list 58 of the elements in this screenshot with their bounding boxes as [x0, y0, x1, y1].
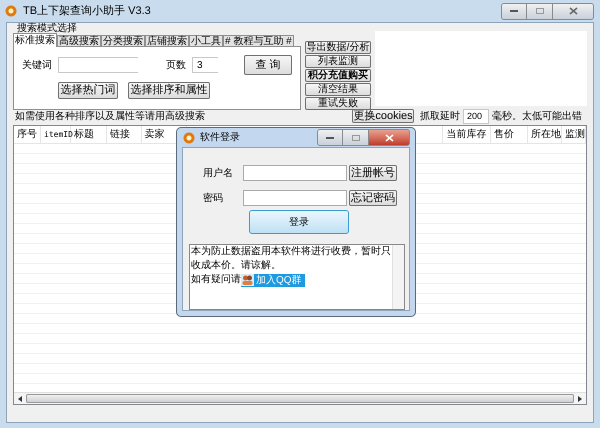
minimize-button[interactable] [317, 129, 343, 146]
delay-field[interactable]: 200 [463, 108, 489, 124]
tab[interactable]: 小工具 [189, 35, 223, 47]
forgot-password-button[interactable]: 忘记密码 [349, 190, 397, 206]
column-header[interactable]: itemID [44, 128, 73, 140]
keyword-label: 关键词 [22, 58, 53, 72]
maximize-button[interactable] [527, 2, 552, 20]
cookies-button[interactable]: 更换cookies [352, 109, 414, 123]
hint-text: 如需使用各种排序以及属性等请用高级搜索 [15, 110, 205, 122]
window-title: TB上下架查询小助手 V3.3 [23, 4, 151, 19]
side-button[interactable]: 重试失败 [305, 97, 371, 110]
maximize-button[interactable] [343, 129, 368, 146]
tab[interactable]: 标准搜索 [13, 33, 57, 47]
notice-text: 本为防止数据盗用本软件将进行收费，暂时只收成本价。请谅解。 [191, 245, 391, 273]
pages-field[interactable]: 3 [192, 57, 218, 73]
delay-label: 抓取延时 [420, 110, 460, 124]
app-icon [5, 5, 17, 17]
column-header[interactable]: 售价 [494, 127, 514, 142]
close-icon [384, 134, 394, 142]
query-button[interactable]: 查 询 [244, 55, 292, 75]
close-button[interactable] [552, 2, 594, 20]
people-icon [241, 274, 254, 286]
group-title: 搜索模式选择 [16, 23, 78, 34]
side-button[interactable]: 清空结果 [305, 83, 371, 96]
column-header[interactable]: 标题 [74, 127, 94, 142]
side-button[interactable]: 导出数据/分析 [305, 41, 371, 54]
scroll-thumb[interactable] [26, 394, 574, 403]
username-field[interactable] [243, 165, 347, 181]
close-button[interactable] [368, 129, 410, 146]
dialog-title: 软件登录 [200, 131, 240, 145]
close-icon [568, 7, 578, 15]
register-button[interactable]: 注册帐号 [349, 165, 397, 181]
keyword-field[interactable] [58, 57, 138, 73]
pages-label: 页数 [166, 58, 187, 72]
delay-unit: 毫秒。太低可能出错 [492, 110, 582, 124]
notice-text: 如有疑问请 [191, 273, 241, 287]
horizontal-scrollbar[interactable] [14, 392, 586, 404]
sort-button[interactable]: 选择排序和属性 [128, 82, 210, 99]
hot-words-button[interactable]: 选择热门词 [58, 82, 118, 99]
tab[interactable]: 高级搜索 [57, 35, 101, 47]
tab[interactable]: 分类搜索 [101, 35, 145, 47]
password-label: 密码 [203, 192, 223, 204]
column-header[interactable]: 当前库存 [446, 127, 486, 142]
vertical-scrollbar[interactable] [392, 245, 404, 309]
column-header[interactable]: 序号 [17, 127, 37, 142]
login-button[interactable]: 登录 [249, 210, 349, 234]
column-header[interactable]: 卖家 [144, 127, 165, 142]
column-header[interactable]: 链接 [110, 127, 130, 142]
tab[interactable]: # 教程与互助 # [223, 35, 294, 47]
minimize-button[interactable] [501, 2, 527, 20]
password-field[interactable] [243, 190, 347, 206]
column-header[interactable]: 监测 [564, 127, 585, 142]
column-header[interactable]: 所在地 [530, 127, 561, 142]
username-label: 用户名 [203, 168, 233, 179]
app-icon [183, 132, 195, 144]
tab[interactable]: 店铺搜索 [145, 35, 189, 47]
side-button[interactable]: 列表监测 [305, 55, 371, 68]
side-button[interactable]: 积分充值购买 [305, 69, 371, 82]
